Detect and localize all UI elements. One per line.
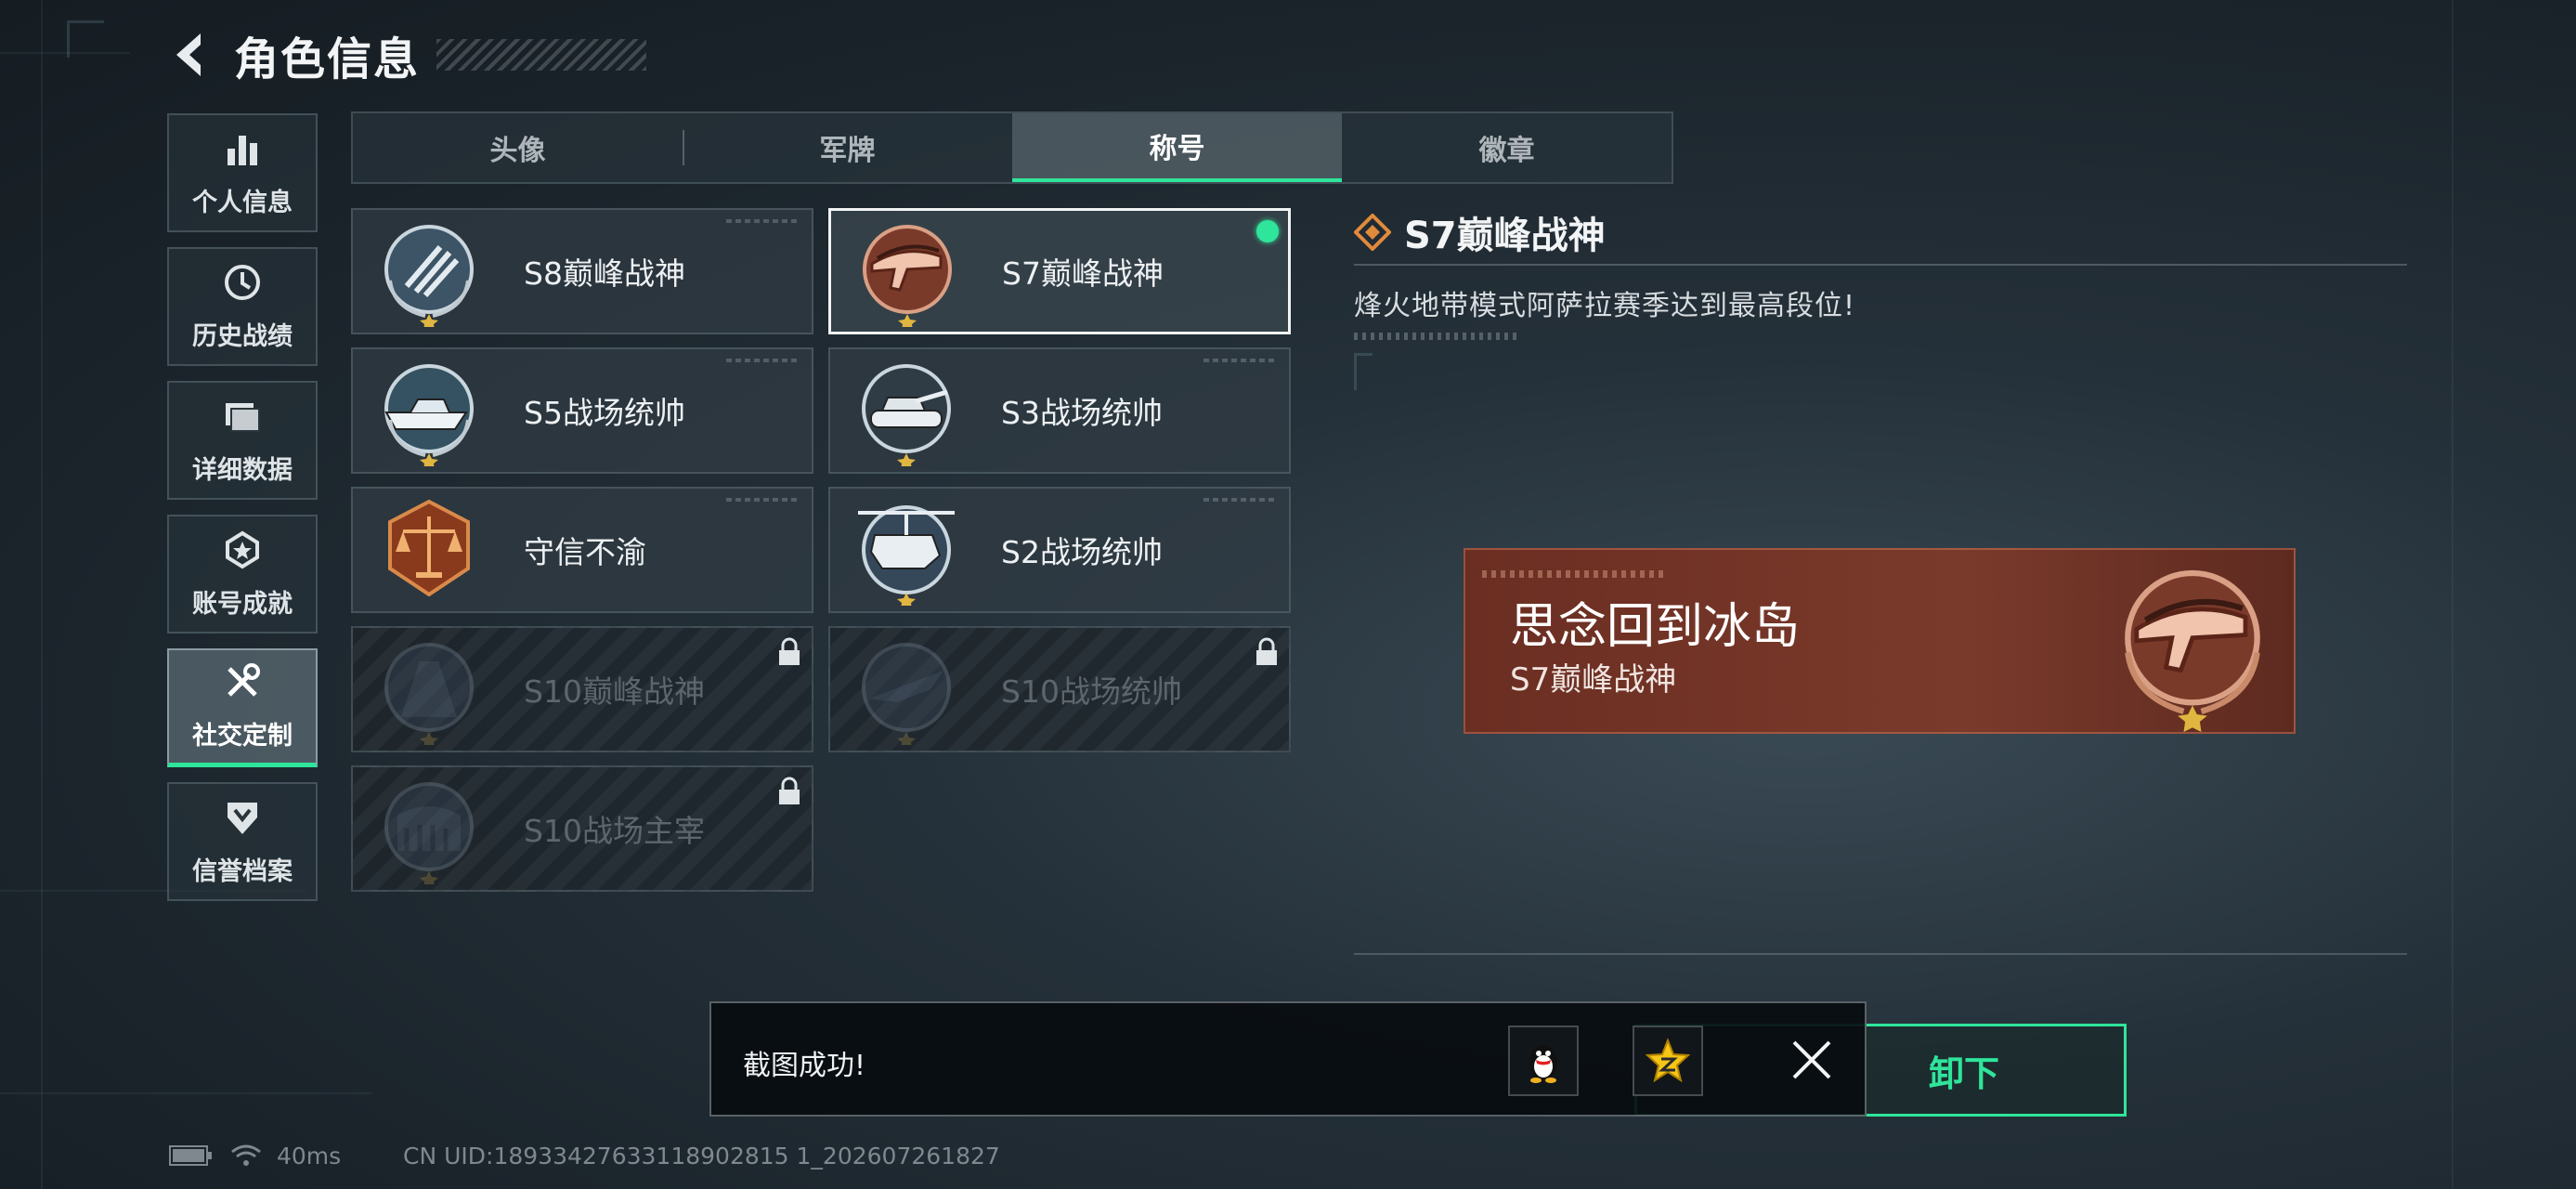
title-card[interactable]: S2战场统帅 [828, 487, 1291, 613]
player-name: 思念回到冰岛 [1510, 599, 1801, 655]
title-card[interactable]: S5战场统帅 [351, 347, 813, 474]
nav-item-match-history[interactable]: 历史战绩 [167, 247, 318, 366]
status-bar: 40ms [169, 1139, 341, 1172]
lock-icon [1256, 637, 1277, 665]
wifi-icon [231, 1144, 261, 1166]
title-label: S7巅峰战神 [1002, 255, 1164, 292]
title-label: S2战场统帅 [1001, 534, 1163, 570]
title-label: S8巅峰战神 [524, 255, 685, 292]
back-arrow-icon[interactable] [169, 28, 214, 82]
title-label: S10战场主宰 [524, 813, 705, 849]
nav-label: 个人信息 [192, 188, 293, 217]
nav-label: 账号成就 [192, 589, 293, 619]
title-label: S3战场统帅 [1001, 395, 1163, 431]
s7-peak-emblem-icon [863, 225, 952, 327]
nav-item-achievements[interactable]: 账号成就 [167, 515, 318, 634]
battery-icon [169, 1145, 212, 1166]
lock-icon [779, 777, 800, 804]
preview-title: S7巅峰战神 [1510, 661, 1677, 699]
title-card[interactable]: S3战场统帅 [828, 347, 1291, 474]
s10-colosseum-emblem-icon [384, 782, 474, 884]
detail-title: S7巅峰战神 [1404, 215, 1606, 257]
toast-text: 截图成功! [743, 1050, 866, 1082]
title-card-selected[interactable]: S7巅峰战神 [828, 208, 1291, 334]
nav-label: 信誉档案 [192, 856, 293, 886]
divider [1354, 953, 2407, 955]
tab-bar: 头像 军牌 称号 徽章 [351, 111, 1673, 184]
s3-tank-emblem-icon [862, 364, 951, 466]
s8-peak-emblem-icon [384, 225, 474, 327]
history-icon [222, 262, 263, 303]
lock-icon [779, 637, 800, 665]
page-title: 角色信息 [234, 33, 421, 85]
title-card-locked[interactable]: S10巅峰战神 [351, 626, 813, 752]
detail-description: 烽火地带模式阿萨拉赛季达到最高段位! [1354, 290, 1856, 322]
decoration [1482, 570, 1668, 578]
title-detail-panel: S7巅峰战神 烽火地带模式阿萨拉赛季达到最高段位! [1354, 206, 2407, 340]
s10-peak-emblem-icon [384, 643, 474, 745]
tab-dog-tag[interactable]: 军牌 [683, 113, 1012, 182]
share-qzone-button[interactable] [1633, 1026, 1703, 1096]
nav-label: 历史战绩 [192, 321, 293, 351]
decoration [1354, 333, 1521, 340]
s7-peak-emblem-icon [2125, 569, 2260, 732]
title-preview-card: 思念回到冰岛 S7巅峰战神 [1464, 548, 2296, 734]
ping-text: 40ms [277, 1142, 342, 1169]
achievement-icon [222, 529, 263, 570]
nav-item-personal-info[interactable]: 个人信息 [167, 113, 318, 232]
screenshot-toast: 截图成功! [709, 1001, 1867, 1117]
s2-heli-emblem-icon [858, 505, 955, 606]
close-icon[interactable] [1779, 1027, 1844, 1092]
uid-text: CN UID:18933427633118902815 1_2026072618… [403, 1142, 1000, 1169]
header: 角色信息 [169, 22, 647, 87]
nav-item-social-customization[interactable]: 社交定制 [167, 648, 318, 767]
folder-icon [222, 396, 263, 437]
title-card-locked[interactable]: S10战场主宰 [351, 765, 813, 892]
nav-item-credit-record[interactable]: 信誉档案 [167, 782, 318, 901]
divider [1354, 264, 2407, 266]
title-label: 守信不渝 [524, 534, 646, 570]
tools-icon [222, 661, 263, 702]
tab-avatar[interactable]: 头像 [353, 113, 683, 182]
s10-plane-emblem-icon [862, 643, 951, 745]
tab-badge[interactable]: 徽章 [1342, 113, 1672, 182]
nav-label: 社交定制 [192, 722, 293, 751]
title-label: S10巅峰战神 [524, 673, 705, 710]
scales-emblem-icon [388, 499, 470, 597]
diamond-icon [1354, 214, 1391, 251]
nav-item-detailed-data[interactable]: 详细数据 [167, 381, 318, 500]
unequip-label: 卸下 [1928, 1052, 1999, 1094]
title-card[interactable]: 守信不渝 [351, 487, 813, 613]
qzone-star-icon [1645, 1038, 1691, 1083]
qq-penguin-icon [1529, 1045, 1557, 1083]
equipped-indicator [1256, 220, 1279, 242]
tab-title[interactable]: 称号 [1012, 113, 1342, 182]
title-label: S5战场统帅 [524, 395, 685, 431]
s5-boat-emblem-icon [384, 364, 474, 466]
title-decoration [436, 39, 647, 71]
side-navigation: 个人信息 历史战绩 详细数据 账号成就 社交定制 信誉档案 [167, 113, 318, 916]
title-label: S10战场统帅 [1001, 673, 1182, 710]
shield-icon [222, 797, 263, 838]
title-card[interactable]: S8巅峰战神 [351, 208, 813, 334]
share-qq-button[interactable] [1508, 1026, 1579, 1096]
nav-label: 详细数据 [192, 455, 293, 485]
bar-chart-icon [222, 128, 263, 169]
title-card-locked[interactable]: S10战场统帅 [828, 626, 1291, 752]
